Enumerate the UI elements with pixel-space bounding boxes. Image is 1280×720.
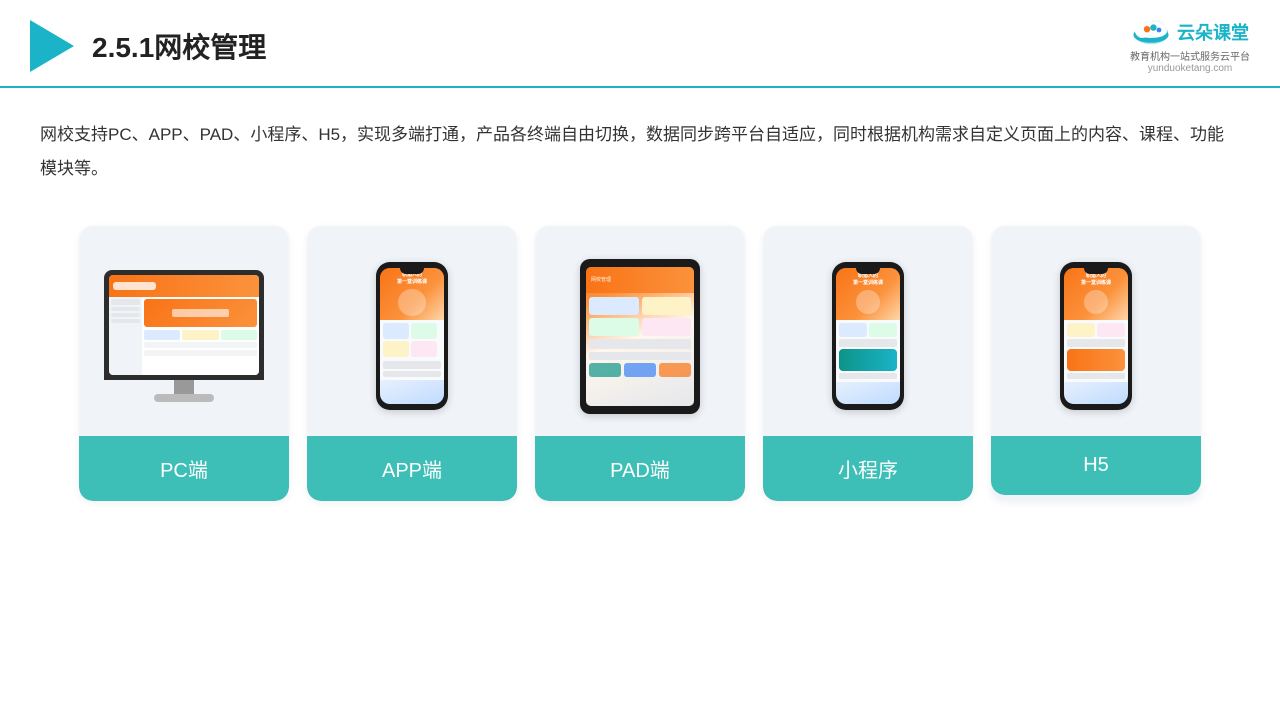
description-text: 网校支持PC、APP、PAD、小程序、H5，实现多端打通，产品各终端自由切换，数… — [0, 88, 1280, 196]
card-image-h5: 职追人的第一堂训练课 — [991, 226, 1201, 436]
brand-url: yunduoketang.com — [1148, 63, 1233, 74]
card-miniapp: 职追人的第一堂训练课 — [763, 226, 973, 501]
description-paragraph: 网校支持PC、APP、PAD、小程序、H5，实现多端打通，产品各终端自由切换，数… — [40, 118, 1240, 186]
card-label-pc: PC端 — [79, 436, 289, 501]
card-app: 职追人的第一堂训练课 APP端 — [307, 226, 517, 501]
monitor-neck — [174, 380, 194, 394]
card-image-pc — [79, 226, 289, 436]
card-label-miniapp: 小程序 — [763, 436, 973, 501]
card-image-pad: 网校管理 — [535, 226, 745, 436]
phone-notch-h5 — [1084, 268, 1108, 274]
pc-monitor — [104, 270, 264, 402]
card-pc: PC端 — [79, 226, 289, 501]
phone-mockup-app: 职追人的第一堂训练课 — [376, 262, 448, 410]
tablet-top-bar: 网校管理 — [586, 267, 694, 293]
brand-name: 云朵课堂 — [1177, 19, 1249, 45]
monitor-screen — [109, 275, 259, 375]
card-label-pad: PAD端 — [535, 436, 745, 501]
page-title: 2.5.1网校管理 — [92, 26, 266, 66]
card-pad: 网校管理 — [535, 226, 745, 501]
phone-mockup-miniapp: 职追人的第一堂训练课 — [832, 262, 904, 410]
phone-screen-h5: 职追人的第一堂训练课 — [1064, 268, 1128, 404]
brand-tagline: 教育机构一站式服务云平台 — [1130, 48, 1250, 63]
card-image-app: 职追人的第一堂训练课 — [307, 226, 517, 436]
tablet-content-rows — [586, 293, 694, 381]
monitor-base — [154, 394, 214, 402]
header: 2.5.1网校管理 云朵课堂 教育机 — [0, 0, 1280, 88]
phone-screen-miniapp: 职追人的第一堂训练课 — [836, 268, 900, 404]
phone-screen-app: 职追人的第一堂训练课 — [380, 268, 444, 404]
card-image-miniapp: 职追人的第一堂训练课 — [763, 226, 973, 436]
phone-notch-app — [400, 268, 424, 274]
phone-notch-miniapp — [856, 268, 880, 274]
cards-area: PC端 职追人的第一堂训练课 — [0, 196, 1280, 521]
cloud-icon — [1131, 18, 1171, 46]
header-left: 2.5.1网校管理 — [30, 20, 266, 72]
header-brand: 云朵课堂 教育机构一站式服务云平台 yunduoketang.com — [1130, 18, 1250, 74]
card-label-h5: H5 — [991, 436, 1201, 495]
phone-mockup-h5: 职追人的第一堂训练课 — [1060, 262, 1132, 410]
tablet-mockup: 网校管理 — [580, 259, 700, 414]
card-label-app: APP端 — [307, 436, 517, 501]
tablet-screen: 网校管理 — [586, 267, 694, 406]
monitor-outer — [104, 270, 264, 380]
brand-logo: 云朵课堂 — [1131, 18, 1249, 46]
card-h5: 职追人的第一堂训练课 H5 — [991, 226, 1201, 501]
logo-triangle-icon — [30, 20, 74, 72]
